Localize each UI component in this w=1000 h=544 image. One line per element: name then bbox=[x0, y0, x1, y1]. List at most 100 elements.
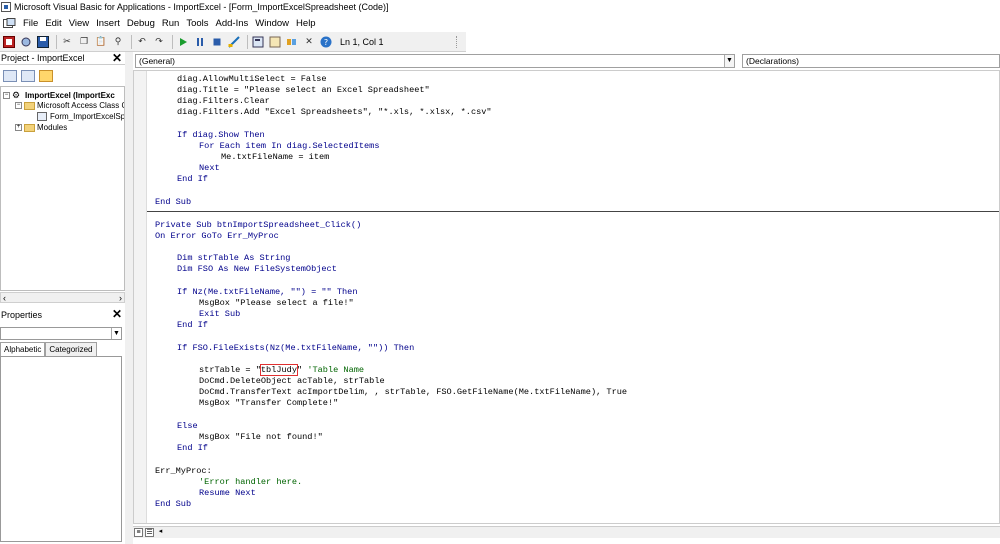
cut-icon[interactable]: ✂ bbox=[60, 35, 74, 49]
code-margin-indicator-bar[interactable] bbox=[134, 71, 147, 523]
menu-window[interactable]: Window bbox=[255, 18, 289, 29]
tree-node-modules[interactable]: + Modules bbox=[15, 123, 67, 132]
cursor-position: Ln 1, Col 1 bbox=[340, 36, 384, 47]
procedure-separator bbox=[147, 211, 999, 212]
code-line: Resume Next bbox=[199, 488, 256, 498]
dropdown-arrow-icon[interactable]: ▼ bbox=[724, 55, 734, 67]
tree-class-label: Microsoft Access Class C bbox=[37, 101, 125, 110]
tree-form-label: Form_ImportExcelSp bbox=[50, 112, 125, 121]
collapse-icon[interactable]: − bbox=[3, 91, 10, 99]
folder-icon bbox=[24, 123, 35, 132]
toolbar-separator bbox=[131, 34, 132, 49]
menu-debug[interactable]: Debug bbox=[127, 18, 155, 29]
insert-module-icon[interactable] bbox=[19, 35, 33, 49]
menu-help[interactable]: Help bbox=[296, 18, 316, 29]
properties-object-combo[interactable]: ▼ bbox=[0, 327, 122, 340]
code-line: End If bbox=[177, 174, 208, 184]
code-line: diag.Filters.Add "Excel Spreadsheets", "… bbox=[177, 107, 492, 117]
break-icon[interactable] bbox=[193, 35, 207, 49]
tab-alphabetic[interactable]: Alphabetic bbox=[0, 342, 46, 356]
scroll-right-icon[interactable]: › bbox=[119, 293, 122, 303]
system-menu-icon[interactable] bbox=[3, 17, 17, 29]
expand-icon[interactable]: + bbox=[15, 124, 22, 131]
scroll-left-icon[interactable]: ‹ bbox=[3, 293, 6, 303]
view-object-icon[interactable] bbox=[21, 69, 35, 82]
tree-node-class-objects[interactable]: − Microsoft Access Class C bbox=[15, 101, 125, 110]
project-explorer-title: Project - ImportExcel ✕ bbox=[0, 52, 125, 65]
code-line: diag.Title = "Please select an Excel Spr… bbox=[177, 85, 430, 95]
toolbox-icon[interactable]: ✕ bbox=[302, 35, 316, 49]
tab-categorized[interactable]: Categorized bbox=[45, 342, 97, 356]
dropdown-arrow-icon[interactable]: ▼ bbox=[111, 328, 121, 339]
vba-project-icon: ⚙ bbox=[12, 90, 21, 100]
view-code-icon[interactable] bbox=[3, 69, 17, 82]
code-line: Dim strTable As String bbox=[177, 253, 291, 263]
project-horizontal-scrollbar[interactable]: ‹ › bbox=[0, 292, 125, 303]
code-line: End If bbox=[177, 320, 208, 330]
menu-insert[interactable]: Insert bbox=[96, 18, 120, 29]
tree-node-form[interactable]: Form_ImportExcelSp bbox=[37, 112, 125, 121]
redo-icon[interactable]: ↷ bbox=[152, 35, 166, 49]
scroll-left-icon[interactable]: ◂ bbox=[156, 528, 165, 537]
properties-tabs: Alphabetic Categorized bbox=[0, 342, 125, 356]
menu-edit[interactable]: Edit bbox=[45, 18, 61, 29]
object-browser-icon[interactable] bbox=[285, 35, 299, 49]
code-line: End Sub bbox=[155, 197, 192, 207]
procedure-view-icon[interactable]: ≡ bbox=[134, 528, 143, 537]
save-icon[interactable] bbox=[36, 35, 50, 49]
code-line: Err_MyProc: bbox=[155, 466, 212, 476]
procedure-combo[interactable]: (Declarations) bbox=[742, 54, 1000, 68]
code-line: Me.txtFileName = item bbox=[221, 152, 330, 162]
code-window[interactable]: diag.AllowMultiSelect = False diag.Title… bbox=[133, 70, 1000, 524]
design-mode-icon[interactable] bbox=[227, 35, 241, 49]
code-line: diag.AllowMultiSelect = False bbox=[177, 74, 327, 84]
code-line: Dim FSO As New FileSystemObject bbox=[177, 264, 337, 274]
properties-window-icon[interactable] bbox=[268, 35, 282, 49]
close-icon[interactable]: ✕ bbox=[111, 308, 123, 320]
reset-icon[interactable] bbox=[210, 35, 224, 49]
full-module-view-icon[interactable]: ☰ bbox=[145, 528, 154, 537]
close-icon[interactable]: ✕ bbox=[111, 52, 123, 64]
copy-icon[interactable]: ❐ bbox=[77, 35, 91, 49]
tree-node-project[interactable]: − ⚙ ImportExcel (ImportExc bbox=[3, 90, 115, 100]
properties-label: Properties bbox=[1, 310, 43, 320]
toolbar-separator bbox=[172, 34, 173, 49]
collapse-icon[interactable]: − bbox=[15, 102, 22, 109]
code-line: If FSO.FileExists(Nz(Me.txtFileName, "")… bbox=[177, 343, 415, 353]
code-line: Private Sub btnImportSpreadsheet_Click() bbox=[155, 220, 362, 230]
code-line: Exit Sub bbox=[199, 309, 241, 319]
window-title: Microsoft Visual Basic for Applications … bbox=[14, 2, 389, 12]
tree-project-label: ImportExcel (ImportExc bbox=[25, 90, 115, 100]
menu-file[interactable]: File bbox=[23, 18, 38, 29]
code-line: Else bbox=[177, 421, 198, 431]
menu-tools[interactable]: Tools bbox=[186, 18, 208, 29]
undo-icon[interactable]: ↶ bbox=[135, 35, 149, 49]
object-combo[interactable]: (General) ▼ bbox=[135, 54, 735, 68]
paste-icon[interactable]: 📋 bbox=[94, 35, 108, 49]
properties-grid[interactable] bbox=[0, 356, 122, 542]
find-icon[interactable]: ⚲ bbox=[111, 35, 125, 49]
project-explorer-icon[interactable] bbox=[251, 35, 265, 49]
help-icon[interactable]: ? bbox=[319, 35, 333, 49]
toolbar-grip[interactable] bbox=[456, 36, 463, 48]
code-line: diag.Filters.Clear bbox=[177, 96, 270, 106]
menu-bar: File Edit View Insert Debug Run Tools Ad… bbox=[0, 15, 1000, 31]
pane-splitter[interactable] bbox=[125, 52, 133, 544]
code-line: strTable = "tblJudy" 'Table Name bbox=[199, 364, 365, 376]
code-line: For Each item In diag.SelectedItems bbox=[199, 141, 380, 151]
toolbar-separator bbox=[56, 34, 57, 49]
code-view-bar: ≡ ☰ ◂ bbox=[133, 526, 1000, 538]
code-line: End If bbox=[177, 443, 208, 453]
project-tree: − ⚙ ImportExcel (ImportExc − Microsoft A… bbox=[0, 86, 125, 291]
menu-run[interactable]: Run bbox=[162, 18, 179, 29]
view-access-icon[interactable] bbox=[2, 35, 16, 49]
run-icon[interactable] bbox=[176, 35, 190, 49]
project-explorer-label: Project - ImportExcel bbox=[1, 53, 85, 63]
code-line: 'Error handler here. bbox=[199, 477, 303, 487]
menu-add-ins[interactable]: Add-Ins bbox=[216, 18, 249, 29]
standard-toolbar: ✂ ❐ 📋 ⚲ ↶ ↷ ✕ ? Ln 1, Col 1 bbox=[0, 32, 466, 52]
code-line: End Sub bbox=[155, 499, 192, 509]
form-module-icon bbox=[37, 112, 47, 121]
menu-view[interactable]: View bbox=[69, 18, 89, 29]
toggle-folders-icon[interactable] bbox=[39, 69, 53, 82]
